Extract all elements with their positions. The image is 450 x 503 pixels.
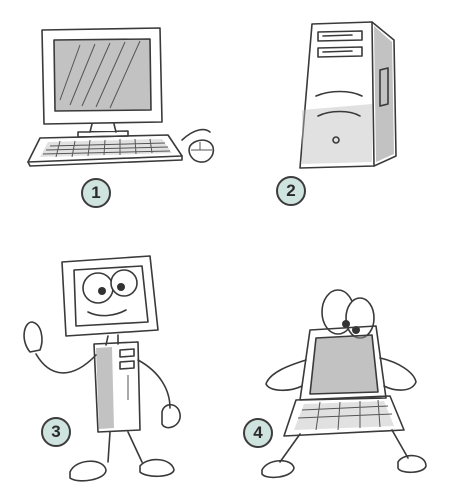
right-hand: [161, 403, 181, 429]
legs: [279, 429, 409, 463]
right-arm: [137, 359, 171, 409]
right-foot: [397, 454, 427, 474]
step-number-badge-1: 1: [81, 178, 111, 208]
right-arm: [379, 357, 417, 391]
step-number: 4: [253, 423, 263, 442]
right-eye: [110, 269, 138, 297]
left-hand: [23, 321, 43, 353]
step-number-badge-4: 4: [243, 418, 273, 448]
right-eye: [345, 297, 375, 339]
legs: [107, 431, 143, 463]
monitor-stand: [77, 123, 129, 138]
step-4-computer-character-squatting: [261, 289, 427, 479]
step-3-computer-character-standing: [23, 255, 181, 482]
step-number-badge-2: 2: [276, 176, 306, 206]
drawing-tutorial-sheet: 1 2 3 4: [0, 0, 450, 503]
left-foot: [261, 459, 295, 479]
right-foot: [139, 458, 175, 478]
mouse: [188, 139, 215, 163]
left-arm: [265, 359, 307, 392]
step-number: 1: [91, 183, 101, 202]
step-number: 3: [51, 422, 61, 441]
left-foot: [69, 460, 107, 482]
left-arm: [35, 353, 97, 374]
step-1-desktop-computer: [27, 27, 215, 167]
mouse-cable: [181, 128, 211, 141]
step-2-computer-tower: [299, 21, 397, 169]
smile: [87, 309, 127, 317]
left-eye: [82, 272, 114, 304]
step-number-badge-3: 3: [41, 417, 71, 447]
step-number: 2: [286, 181, 296, 200]
